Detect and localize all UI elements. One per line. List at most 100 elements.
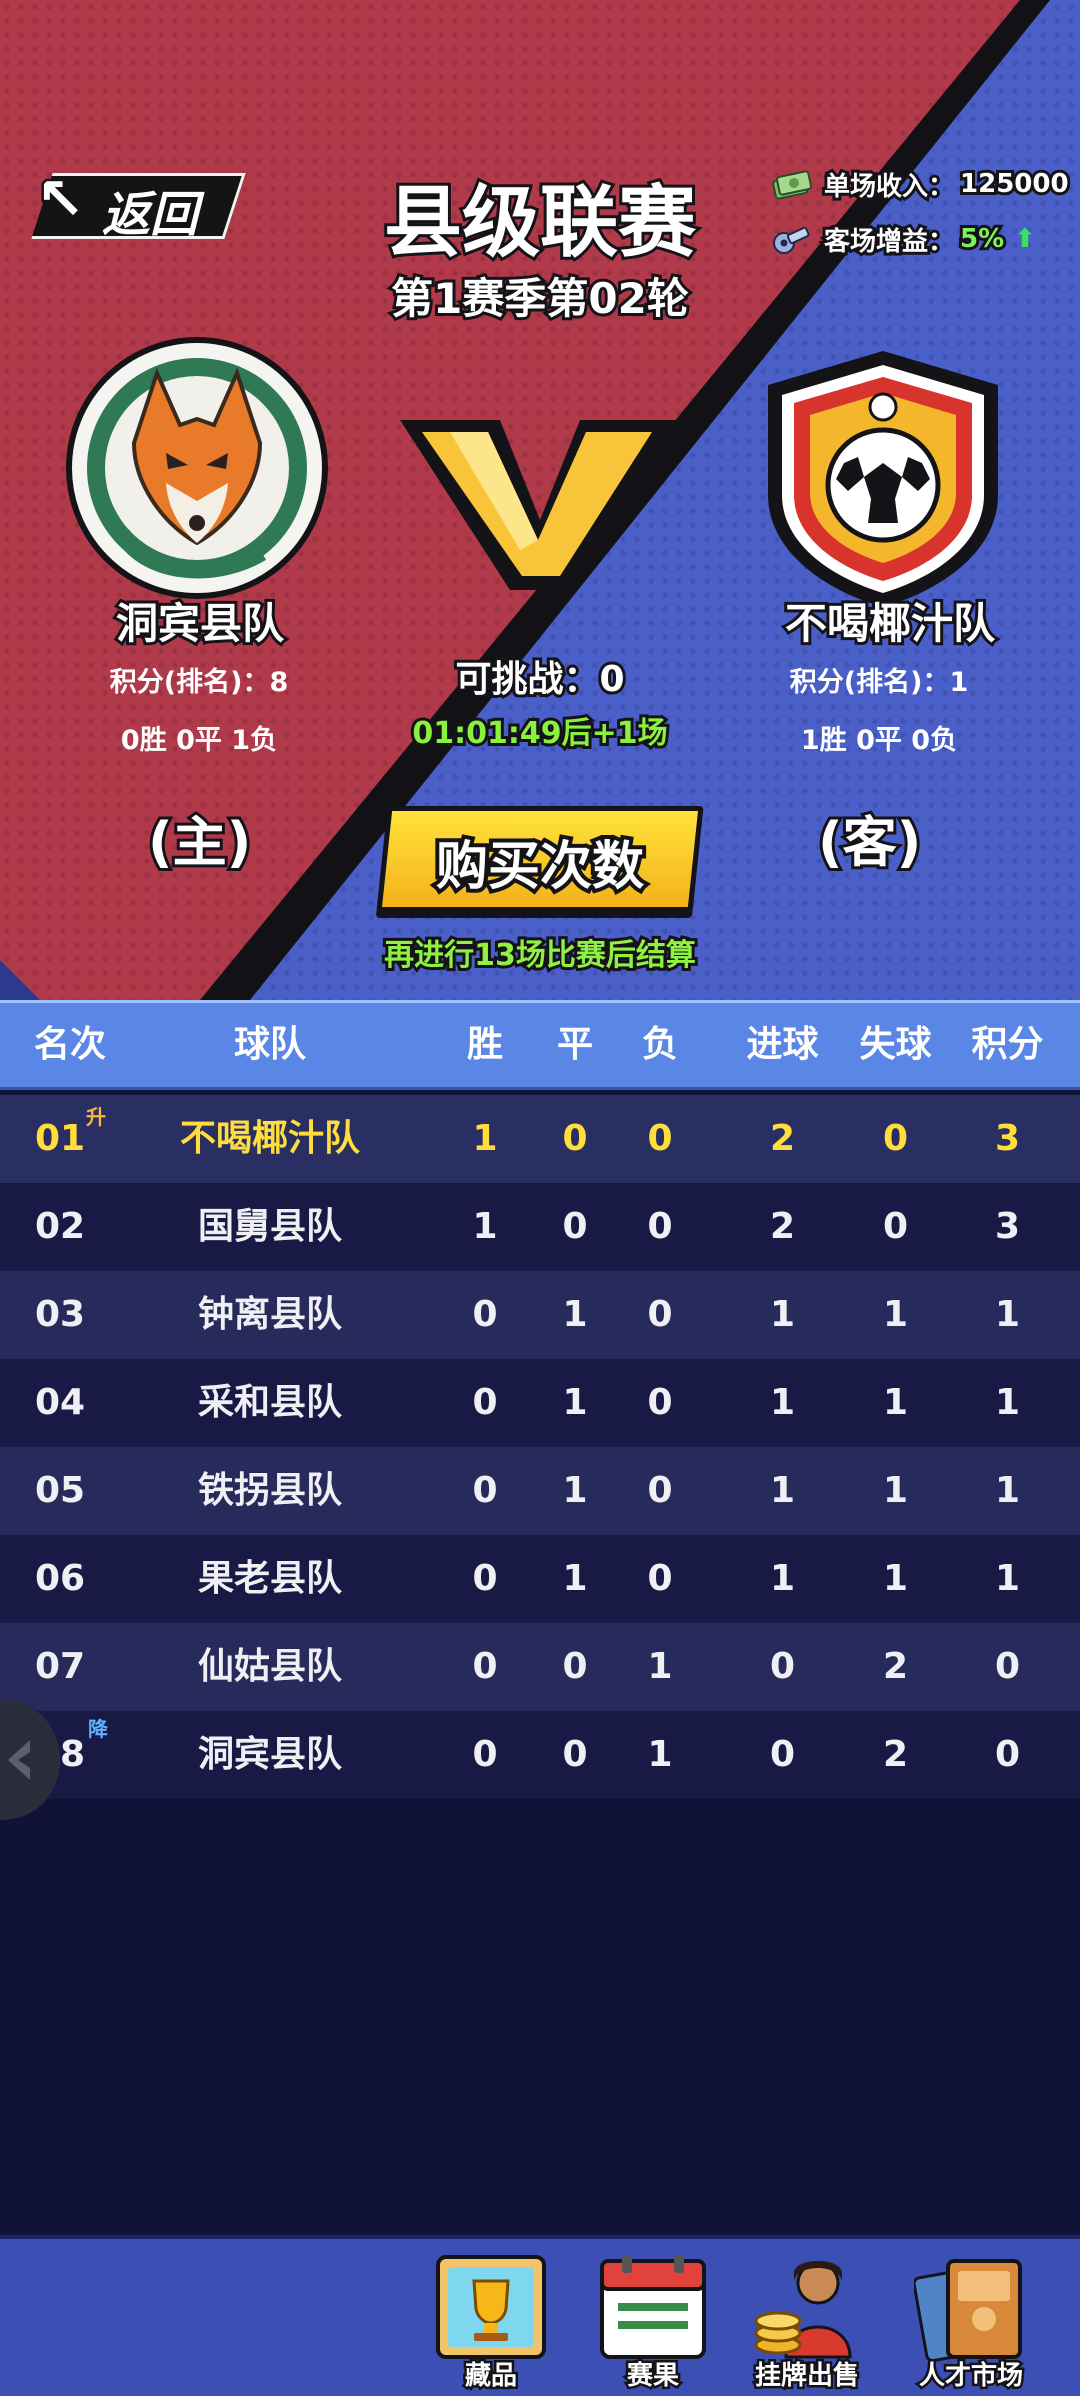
wins-cell: 0 xyxy=(472,1558,498,1599)
income-info: 单场收入： 125000 xyxy=(770,160,1072,208)
table-row[interactable]: 06 果老县队 0 1 0 1 1 1 xyxy=(0,1535,1080,1623)
wins-cell: 0 xyxy=(472,1382,498,1423)
losses-cell: 1 xyxy=(647,1734,673,1775)
draws-cell: 1 xyxy=(562,1470,588,1511)
football-shield-icon xyxy=(768,351,998,607)
away-points-rank: 积分(排名)：1 xyxy=(718,656,1040,710)
league-title: 县级联赛 xyxy=(381,175,699,271)
home-points-rank-text: 积分(排名)：8 xyxy=(109,667,289,698)
points-cell: 1 xyxy=(994,1294,1021,1335)
home-record: 0胜 0平 1负 xyxy=(38,714,360,768)
goals-for-cell: 1 xyxy=(769,1558,796,1599)
goals-against-cell: 2 xyxy=(882,1734,909,1775)
col-points: 积分 xyxy=(971,1024,1044,1065)
away-bonus-value: 5% xyxy=(957,221,1007,257)
away-team-name: 不喝椰汁队 xyxy=(782,596,998,651)
wins-cell: 0 xyxy=(472,1646,498,1687)
away-record-text: 1胜 0平 0负 xyxy=(800,725,958,756)
book-icon xyxy=(914,2259,1022,2363)
points-cell: 1 xyxy=(994,1382,1021,1423)
nav-collection-label: 藏品 xyxy=(462,2359,519,2394)
team-cell: 铁拐县队 xyxy=(197,1470,342,1511)
nav-talent-market[interactable]: 人才市场 xyxy=(906,2245,1036,2395)
away-bonus-info: 客场增益： 5% ⬆ xyxy=(770,215,1036,263)
challenge-count: 可挑战：0 xyxy=(452,656,627,703)
cash-icon xyxy=(772,170,812,200)
up-arrow-icon: ⬆ xyxy=(1014,224,1036,254)
whistle-icon xyxy=(773,226,810,254)
goals-against-cell: 2 xyxy=(882,1646,909,1687)
away-tag: (客) xyxy=(815,808,924,877)
promotion-badge: 升 xyxy=(86,1105,106,1129)
nav-collection[interactable]: 藏品 xyxy=(426,2245,556,2395)
points-cell: 0 xyxy=(994,1734,1021,1775)
home-tag: (主) xyxy=(145,808,254,877)
buy-attempts-button[interactable]: 购买次数 xyxy=(376,806,704,912)
income-label: 单场收入： xyxy=(821,169,957,205)
nav-results[interactable]: 赛果 xyxy=(588,2245,718,2395)
back-arrow-icon: ↖ xyxy=(34,163,88,236)
col-goals-for: 进球 xyxy=(746,1024,819,1065)
losses-cell: 0 xyxy=(647,1470,673,1511)
col-draws: 平 xyxy=(556,1024,593,1065)
col-team: 球队 xyxy=(233,1024,306,1065)
rank-cell: 02 xyxy=(34,1206,86,1247)
home-record-text: 0胜 0平 1负 xyxy=(120,725,278,756)
rank-cell: 07 xyxy=(34,1646,86,1687)
settlement-note: 再进行13场比赛后结算 xyxy=(381,935,699,976)
points-cell: 3 xyxy=(994,1206,1021,1247)
losses-cell: 1 xyxy=(647,1646,673,1687)
away-record: 1胜 0平 0负 xyxy=(718,714,1040,768)
back-button[interactable]: ↖ 返回 xyxy=(22,163,246,243)
goals-for-cell: 0 xyxy=(769,1646,796,1687)
player-coins-icon xyxy=(754,2261,852,2359)
col-goals-against: 失球 xyxy=(859,1024,932,1065)
table-row[interactable]: 07 仙姑县队 0 0 1 0 2 0 xyxy=(0,1623,1080,1711)
losses-cell: 0 xyxy=(647,1558,673,1599)
away-bonus-label: 客场增益： xyxy=(821,224,957,260)
draws-cell: 1 xyxy=(562,1558,588,1599)
buy-button-label: 购买次数 xyxy=(432,833,648,901)
nav-listing[interactable]: 挂牌出售 xyxy=(742,2245,872,2395)
goals-for-cell: 2 xyxy=(769,1206,796,1247)
trophy-icon xyxy=(436,2255,546,2359)
goals-for-cell: 2 xyxy=(769,1118,796,1159)
goals-against-cell: 0 xyxy=(882,1206,909,1247)
standings-table: 01 升 不喝椰汁队 1 0 0 2 0 3 02 国舅县队 1 0 0 2 0… xyxy=(0,1095,1080,2235)
team-cell: 仙姑县队 xyxy=(197,1646,342,1687)
losses-cell: 0 xyxy=(647,1294,673,1335)
goals-for-cell: 1 xyxy=(769,1470,796,1511)
side-drawer-tab[interactable] xyxy=(0,1700,60,1820)
team-cell: 洞宾县队 xyxy=(197,1734,342,1775)
draws-cell: 0 xyxy=(562,1206,588,1247)
points-cell: 1 xyxy=(994,1470,1021,1511)
rank-cell: 06 xyxy=(34,1558,86,1599)
table-row[interactable]: 05 铁拐县队 0 1 0 1 1 1 xyxy=(0,1447,1080,1535)
bottom-nav: 藏品 赛果 挂牌出售 人才市场 xyxy=(0,2235,1080,2396)
goals-for-cell: 1 xyxy=(769,1382,796,1423)
losses-cell: 0 xyxy=(647,1118,673,1159)
match-header: ↖ 返回 县级联赛 第1赛季第02轮 单场收入： 125000 客场增益： 5%… xyxy=(0,0,1080,1000)
wins-cell: 0 xyxy=(472,1734,498,1775)
team-cell: 钟离县队 xyxy=(197,1294,342,1335)
vs-graphic: VS xyxy=(400,420,680,590)
table-row[interactable]: 08 降 洞宾县队 0 0 1 0 2 0 xyxy=(0,1711,1080,1799)
table-row[interactable]: 01 升 不喝椰汁队 1 0 0 2 0 3 xyxy=(0,1095,1080,1183)
goals-against-cell: 1 xyxy=(882,1470,909,1511)
table-row[interactable]: 02 国舅县队 1 0 0 2 0 3 xyxy=(0,1183,1080,1271)
calendar-icon xyxy=(600,2255,706,2359)
draws-cell: 1 xyxy=(562,1382,588,1423)
team-cell: 不喝椰汁队 xyxy=(179,1118,360,1159)
table-row[interactable]: 04 采和县队 0 1 0 1 1 1 xyxy=(0,1359,1080,1447)
col-rank: 名次 xyxy=(33,1024,106,1065)
losses-cell: 0 xyxy=(647,1206,673,1247)
table-row[interactable]: 03 钟离县队 0 1 0 1 1 1 xyxy=(0,1271,1080,1359)
team-cell: 国舅县队 xyxy=(197,1206,342,1247)
draws-cell: 1 xyxy=(562,1294,588,1335)
wins-cell: 1 xyxy=(472,1206,498,1247)
draws-cell: 0 xyxy=(562,1646,588,1687)
col-losses: 负 xyxy=(641,1024,678,1065)
goals-for-cell: 1 xyxy=(769,1294,796,1335)
rank-cell: 03 xyxy=(34,1294,86,1335)
wins-cell: 1 xyxy=(472,1118,498,1159)
